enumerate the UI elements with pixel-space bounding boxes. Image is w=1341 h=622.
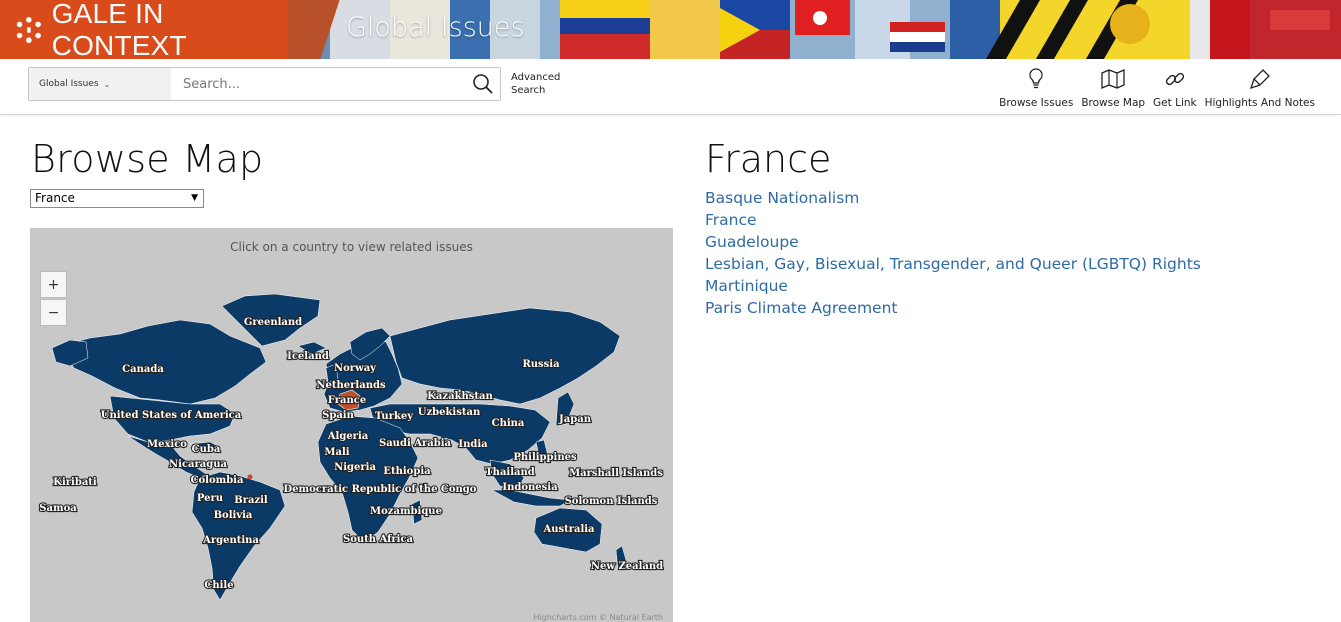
map-label-ethiopia: Ethiopia [383,466,431,477]
issue-link[interactable]: Martinique [705,275,1201,297]
map-label-greenland: Greenland [244,317,302,328]
map-label-new-zealand: New Zealand [591,561,663,572]
map-label-mexico: Mexico [147,439,187,450]
map-label-nicaragua: Nicaragua [169,459,228,470]
map-label-colombia: Colombia [191,475,244,486]
map-label-india: India [458,439,488,450]
country-title: France [705,137,832,181]
chevron-down-icon: ⌄ [103,79,111,89]
map-label-uzbekistan: Uzbekistan [418,407,481,418]
issue-link[interactable]: Guadeloupe [705,231,1201,253]
advanced-search-label-2: Search [511,85,546,96]
brand-logo[interactable]: GALE IN CONTEXT [0,0,288,59]
map-label-samoa: Samoa [39,503,77,514]
map-label-indonesia: Indonesia [502,482,558,493]
map-label-solomon-islands: Solomon Islands [565,496,658,507]
map-label-france: France [328,395,366,406]
map-label-algeria: Algeria [327,431,369,442]
highlighter-icon [1249,69,1270,90]
map-label-turkey: Turkey [375,411,414,422]
toolbar: Global Issues ⌄ Advanced Search Browse I… [0,59,1341,115]
map-label-kiribati: Kiribati [53,477,97,488]
header-banner: GALE IN CONTEXT Global Issues [0,0,1341,59]
get-link-button[interactable]: Get Link [1149,67,1201,109]
page-title: Browse Map [31,137,264,181]
search-icon [473,74,493,94]
search-scope-dropdown[interactable]: Global Issues ⌄ [29,68,171,100]
map-label-south-africa: South Africa [343,534,414,545]
advanced-search-label-1: Advanced [511,72,561,83]
map-label-usa: United States of America [101,410,242,421]
search-button[interactable] [466,68,500,100]
map-label-marshall-islands: Marshall Islands [569,468,663,479]
highlights-and-notes-label: Highlights And Notes [1204,97,1315,109]
map-subtitle: Click on a country to view related issue… [230,240,473,254]
map-label-cuba: Cuba [192,444,221,455]
browse-map-label: Browse Map [1081,97,1146,109]
issue-list: Basque Nationalism France Guadeloupe Les… [705,187,1201,319]
country-select-value: France [35,191,75,205]
map-label-chile: Chile [204,580,233,591]
map-label-china: China [492,418,525,429]
map-label-mali: Mali [324,447,349,458]
zoom-in-button[interactable]: + [40,271,67,298]
world-map[interactable]: Greenland Iceland Canada Norway Netherla… [30,228,673,622]
map-label-norway: Norway [334,363,377,374]
issue-link[interactable]: Basque Nationalism [705,187,1201,209]
search-bar: Global Issues ⌄ [28,67,501,101]
browse-map-button[interactable]: Browse Map [1077,67,1149,109]
map-label-philippines: Philippines [513,452,577,463]
map-label-australia: Australia [542,524,595,535]
map-label-netherlands: Netherlands [316,380,386,391]
tools-bar: Browse Issues Browse Map Get Link Highli… [995,67,1319,109]
map-label-brazil: Brazil [234,495,268,506]
highlights-and-notes-button[interactable]: Highlights And Notes [1201,67,1319,109]
map-label-bolivia: Bolivia [214,510,253,521]
map-label-mozambique: Mozambique [370,506,442,517]
map-label-argentina: Argentina [202,535,259,546]
product-name[interactable]: Global Issues [346,12,525,43]
map-label-kazakhstan: Kazakhstan [427,391,493,402]
link-icon [1165,72,1184,86]
map-label-japan: Japan [558,414,592,425]
map-label-nigeria: Nigeria [334,462,376,473]
browse-issues-label: Browse Issues [999,97,1074,109]
map-label-iceland: Iceland [287,351,329,362]
brand-name: GALE IN CONTEXT [51,0,187,59]
map-label-saudi-arabia: Saudi Arabia [379,438,452,449]
issue-link[interactable]: France [705,209,1201,231]
issue-link[interactable]: Paris Climate Agreement [705,297,1201,319]
map-label-russia: Russia [522,359,560,370]
get-link-label: Get Link [1153,97,1197,109]
search-input[interactable] [171,68,466,100]
search-scope-label: Global Issues [39,79,99,89]
map-label-peru: Peru [197,493,223,504]
map-label-drc: Democratic Republic of the Congo [284,484,477,495]
map-label-spain: Spain [322,410,354,421]
country-select[interactable]: France ▼ [30,189,204,208]
browse-issues-button[interactable]: Browse Issues [995,67,1077,109]
dropdown-arrow-icon: ▼ [191,193,198,203]
map-label-thailand: Thailand [485,467,535,478]
map-icon [1101,69,1125,89]
world-map-shapes: Greenland Iceland Canada Norway Netherla… [38,293,664,601]
lightbulb-icon [1029,68,1043,89]
issue-link[interactable]: Lesbian, Gay, Bisexual, Transgender, and… [705,253,1201,275]
map-label-canada: Canada [122,364,164,375]
zoom-out-button[interactable]: − [40,299,67,326]
gale-logo-icon [16,16,41,43]
advanced-search-link[interactable]: Advanced Search [511,71,571,97]
map-credits[interactable]: Highcharts.com © Natural Earth [533,613,663,622]
